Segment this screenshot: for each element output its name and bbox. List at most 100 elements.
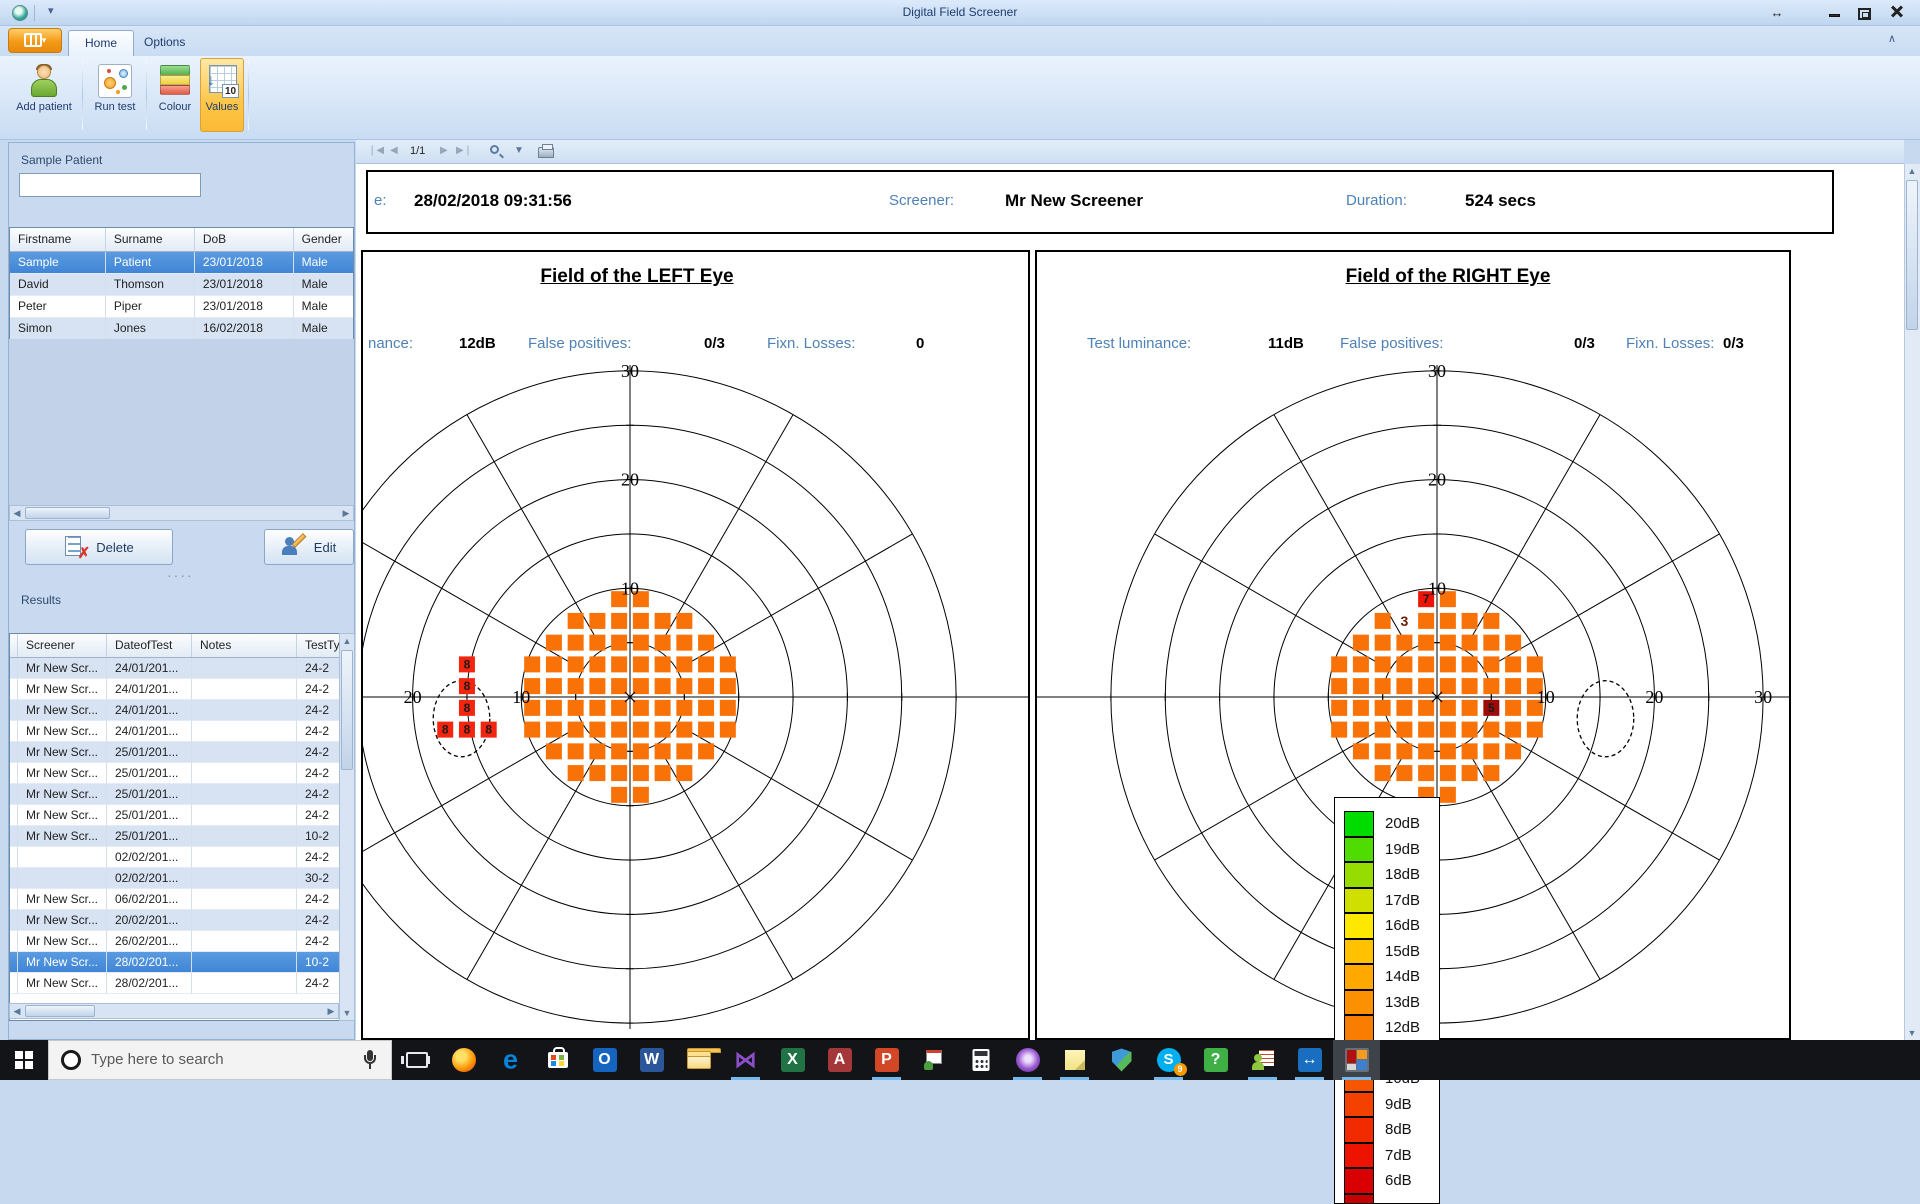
minimize-button[interactable] <box>1824 5 1844 17</box>
skype-taskbar-button[interactable]: S9 <box>1145 1040 1192 1080</box>
help-app-taskbar-button[interactable]: ? <box>1192 1040 1239 1080</box>
tab-options[interactable]: Options <box>128 30 201 56</box>
store-taskbar-button[interactable] <box>534 1040 581 1080</box>
access-taskbar-button[interactable]: A <box>816 1040 863 1080</box>
first-page-button[interactable]: ❘◀ <box>368 145 384 156</box>
delete-button[interactable]: ✗ Delete <box>25 529 173 565</box>
microphone-icon[interactable] <box>363 1050 377 1070</box>
panel-splitter[interactable]: ···· <box>167 567 194 583</box>
next-page-button[interactable]: ▶ <box>440 145 448 156</box>
result-row[interactable]: Mr New Scr...26/02/201...24-2 <box>10 931 353 952</box>
patient-table-header[interactable]: FirstnameSurname DoBGender <box>10 228 353 252</box>
result-row[interactable]: Mr New Scr...24/01/201...24-2 <box>10 658 353 679</box>
legend-entry: 14dB <box>1335 964 1439 990</box>
svg-text:8: 8 <box>485 723 492 737</box>
result-row[interactable]: Mr New Scr...24/01/201...24-2 <box>10 700 353 721</box>
svg-text:30: 30 <box>621 361 639 381</box>
print-icon[interactable] <box>538 147 554 158</box>
app-menu-button[interactable]: ▾ <box>8 28 62 53</box>
taskbar-search[interactable]: Type here to search <box>48 1040 392 1080</box>
firefox-taskbar-button[interactable] <box>440 1040 487 1080</box>
result-row[interactable]: Mr New Scr...25/01/201...24-2 <box>10 742 353 763</box>
calculator-taskbar-button[interactable] <box>957 1040 1004 1080</box>
svg-text:8: 8 <box>464 701 471 715</box>
close-button[interactable] <box>1887 2 1907 22</box>
results-table-header[interactable]: ScreenerDateofTest NotesTestTy <box>10 634 353 658</box>
legend-swatch <box>1344 990 1374 1016</box>
taskbar: Type here to search eOW⋈XAPS9?↔ ∧ •• 12:… <box>0 1040 1920 1080</box>
outlook-icon: O <box>593 1048 617 1072</box>
file-explorer-taskbar-button[interactable] <box>675 1040 722 1080</box>
patient-group-label: Sample Patient <box>21 153 102 167</box>
word-taskbar-button[interactable]: W <box>628 1040 675 1080</box>
prev-page-button[interactable]: ◀ <box>390 145 398 156</box>
result-row[interactable]: Mr New Scr...06/02/201...24-2 <box>10 889 353 910</box>
edit-icon <box>282 535 306 559</box>
ribbon-collapse-icon[interactable]: ∧ <box>1888 32 1896 45</box>
colour-button[interactable]: Colour <box>152 58 198 132</box>
result-row[interactable]: Mr New Scr...28/02/201...10-2 <box>10 952 353 973</box>
teamviewer-taskbar-button[interactable]: ↔ <box>1286 1040 1333 1080</box>
zoom-dropdown-icon[interactable]: ▼ <box>514 145 524 156</box>
results-vscrollbar[interactable]: ▲ ▼ <box>339 633 355 1021</box>
result-row[interactable]: Mr New Scr...25/01/201...24-2 <box>10 763 353 784</box>
svg-text:10: 10 <box>1537 687 1555 707</box>
outlook-taskbar-button[interactable]: O <box>581 1040 628 1080</box>
patient-table-empty-area <box>9 339 354 505</box>
result-row[interactable]: Mr New Scr...20/02/201...24-2 <box>10 910 353 931</box>
result-row[interactable]: 02/02/201...24-2 <box>10 847 353 868</box>
result-row[interactable]: Mr New Scr...25/01/201...10-2 <box>10 826 353 847</box>
task-view-icon <box>406 1052 428 1068</box>
run-test-icon <box>98 64 132 98</box>
tab-home[interactable]: Home <box>68 30 134 56</box>
edit-button[interactable]: Edit <box>264 529 354 565</box>
patient-row[interactable]: PeterPiper23/01/2018Male <box>10 296 353 318</box>
svg-text:20: 20 <box>1428 470 1446 490</box>
excel-taskbar-button[interactable]: X <box>769 1040 816 1080</box>
skype-icon: S9 <box>1157 1048 1181 1072</box>
report-header-box: e: 28/02/2018 09:31:56 Screener: Mr New … <box>366 170 1834 234</box>
digital-field-screener-taskbar-button[interactable] <box>1333 1040 1380 1080</box>
last-page-button[interactable]: ▶❘ <box>456 145 472 156</box>
run-test-button[interactable]: Run test <box>88 58 142 132</box>
legend-swatch <box>1344 1117 1374 1143</box>
purple-orb-app-taskbar-button[interactable] <box>1004 1040 1051 1080</box>
sticky-notes-taskbar-button[interactable] <box>1051 1040 1098 1080</box>
windows-defender-taskbar-button[interactable] <box>1098 1040 1145 1080</box>
results-group-label: Results <box>21 593 61 607</box>
word-icon: W <box>640 1048 664 1072</box>
result-row[interactable]: 02/02/201...30-2 <box>10 868 353 889</box>
patient-sidebar: Sample Patient FirstnameSurname DoBGende… <box>8 142 355 1040</box>
result-row[interactable]: Mr New Scr...28/02/201...24-2 <box>10 973 353 994</box>
teamviewer-icon: ↔ <box>1298 1048 1322 1072</box>
patient-row[interactable]: SamplePatient23/01/2018Male <box>10 252 353 274</box>
visual-studio-taskbar-button[interactable]: ⋈ <box>722 1040 769 1080</box>
app-menu-icon <box>24 33 42 47</box>
start-button[interactable] <box>0 1040 48 1080</box>
divider <box>82 60 83 130</box>
result-row[interactable]: Mr New Scr...24/01/201...24-2 <box>10 721 353 742</box>
duration-value: 524 secs <box>1465 191 1536 211</box>
report-vscrollbar[interactable]: ▲ ▼ <box>1904 164 1920 1040</box>
task-view-taskbar-button[interactable] <box>393 1040 440 1080</box>
legend-entry: 19dB <box>1335 837 1439 863</box>
patient-row[interactable]: DavidThomson23/01/2018Male <box>10 274 353 296</box>
results-hscrollbar[interactable]: ◀ ▶ <box>9 1003 339 1019</box>
misc-app-taskbar-button[interactable] <box>910 1040 957 1080</box>
result-row[interactable]: Mr New Scr...24/01/201...24-2 <box>10 679 353 700</box>
values-button[interactable]: ↓10 Values <box>200 58 244 132</box>
result-row[interactable]: Mr New Scr...25/01/201...24-2 <box>10 805 353 826</box>
zoom-icon[interactable] <box>490 145 499 154</box>
powerpoint-taskbar-button[interactable]: P <box>863 1040 910 1080</box>
result-row[interactable]: Mr New Scr...25/01/201...24-2 <box>10 784 353 805</box>
edge-taskbar-button[interactable]: e <box>487 1040 534 1080</box>
patient-hscrollbar[interactable]: ◀ ▶ <box>9 505 354 521</box>
calculator-icon <box>972 1049 989 1071</box>
patient-row[interactable]: SimonJones16/02/2018Male <box>10 318 353 340</box>
person-grid-app-taskbar-button[interactable] <box>1239 1040 1286 1080</box>
resize-icon[interactable]: ↔ <box>1767 5 1787 20</box>
add-patient-button[interactable]: Add patient <box>12 58 76 132</box>
maximize-button[interactable] <box>1854 5 1874 20</box>
patient-search-input[interactable] <box>19 173 201 197</box>
svg-text:20: 20 <box>621 470 639 490</box>
